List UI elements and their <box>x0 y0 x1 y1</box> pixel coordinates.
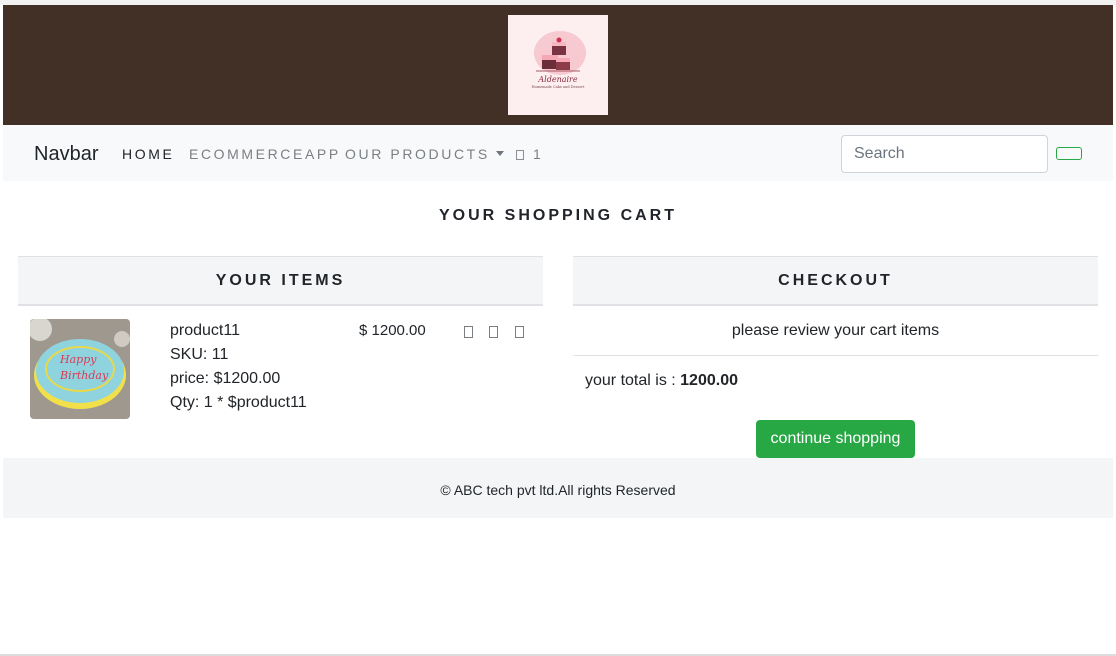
remove-icon[interactable] <box>489 326 498 338</box>
continue-shopping-button[interactable]: continue shopping <box>756 420 915 458</box>
site-logo[interactable]: Aldenaire Homemade Cake and Dessert <box>508 15 608 115</box>
birthday-cake-photo: Happy Birthday <box>30 319 130 419</box>
delete-icon[interactable] <box>515 326 524 338</box>
checkout-panel-header: CHECKOUT <box>573 256 1098 306</box>
footer: © ABC tech pvt ltd.All rights Reserved <box>3 458 1113 518</box>
product-image[interactable]: Happy Birthday <box>30 319 130 419</box>
page-title: YOUR SHOPPING CART <box>438 207 677 224</box>
add-icon[interactable] <box>464 326 473 338</box>
cake-illustration-icon <box>534 31 586 75</box>
svg-text:Birthday: Birthday <box>59 369 109 382</box>
items-panel: YOUR ITEMS Happy Birthday product11 SKU:… <box>18 256 543 456</box>
cart-count: 1 <box>533 146 544 162</box>
product-line-total: $ 1200.00 <box>359 322 426 339</box>
product-qty: Qty: 1 * $product11 <box>170 394 307 411</box>
nav-link-home[interactable]: HOME <box>122 146 174 162</box>
footer-copyright: © ABC tech pvt ltd.All rights Reserved <box>440 482 676 498</box>
search-input[interactable] <box>841 135 1048 173</box>
items-panel-header: YOUR ITEMS <box>18 256 543 306</box>
svg-text:Happy: Happy <box>59 353 97 366</box>
nav-link-ecommerceapp[interactable]: ECOMMERCEAPP <box>189 146 341 162</box>
product-price: price: $1200.00 <box>170 370 281 387</box>
checkout-panel: CHECKOUT please review your cart items y… <box>573 256 1098 458</box>
navbar: Navbar HOME ECOMMERCEAPP OUR PRODUCTS 1 <box>3 125 1113 181</box>
total-line: your total is : 1200.00 <box>585 372 738 390</box>
header-banner: Aldenaire Homemade Cake and Dessert <box>3 5 1113 125</box>
review-text: please review your cart items <box>731 322 940 339</box>
total-value: 1200.00 <box>680 372 738 389</box>
product-sku: SKU: 11 <box>170 346 229 363</box>
product-name: product11 <box>170 322 240 339</box>
total-label: your total is : <box>585 372 681 389</box>
nav-dropdown-label: OUR PRODUCTS <box>345 146 490 162</box>
checkout-divider <box>573 355 1098 356</box>
search-button[interactable] <box>1056 147 1082 160</box>
navbar-brand[interactable]: Navbar <box>34 143 98 166</box>
cart-icon <box>516 150 524 160</box>
nav-dropdown-our-products[interactable]: OUR PRODUCTS <box>345 146 504 162</box>
chevron-down-icon <box>495 151 504 156</box>
nav-cart-link[interactable]: 1 <box>516 146 543 162</box>
page: Aldenaire Homemade Cake and Dessert Navb… <box>3 5 1113 655</box>
logo-tagline-text: Homemade Cake and Dessert <box>531 85 585 89</box>
logo-brand-text: Aldenaire <box>538 75 578 84</box>
